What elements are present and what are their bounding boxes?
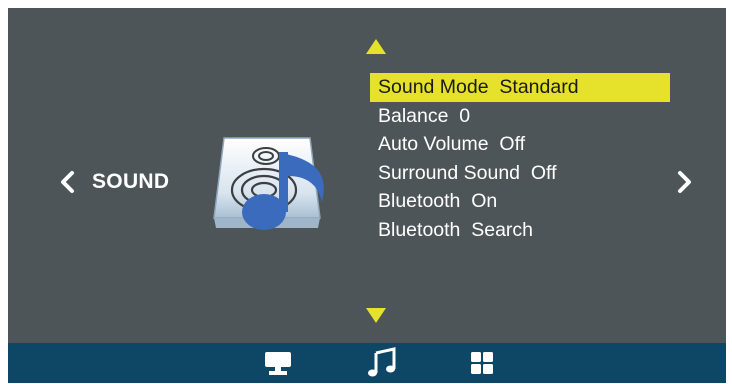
tab-apps[interactable]	[464, 347, 500, 379]
menu-item-bluetooth[interactable]: Bluetooth On	[370, 187, 670, 216]
tv-menu-screen: SOUND Sound Mode Standard Balance 0 Auto…	[8, 8, 726, 383]
section-title: SOUND	[92, 170, 170, 193]
scroll-up-arrow-icon[interactable]	[366, 39, 386, 54]
category-tab-bar	[8, 343, 726, 383]
menu-item-surround-sound[interactable]: Surround Sound Off	[370, 159, 670, 188]
menu-panel: SOUND Sound Mode Standard Balance 0 Auto…	[8, 8, 726, 343]
menu-item-auto-volume[interactable]: Auto Volume Off	[370, 130, 670, 159]
menu-item-balance[interactable]: Balance 0	[370, 102, 670, 131]
menu-item-bluetooth-search[interactable]: Bluetooth Search	[370, 216, 670, 245]
monitor-icon	[260, 352, 296, 383]
tab-sound[interactable]	[364, 347, 400, 379]
menu-item-sound-mode[interactable]: Sound Mode Standard	[370, 73, 670, 102]
previous-section-chevron-icon[interactable]	[56, 168, 80, 196]
speaker-music-note-icon	[202, 132, 336, 236]
sound-settings-list: Sound Mode Standard Balance 0 Auto Volum…	[370, 73, 670, 245]
grid-icon	[464, 352, 500, 383]
tab-picture[interactable]	[260, 347, 296, 379]
music-note-icon	[364, 347, 400, 383]
next-section-chevron-icon[interactable]	[672, 168, 696, 196]
scroll-down-arrow-icon[interactable]	[366, 308, 386, 323]
